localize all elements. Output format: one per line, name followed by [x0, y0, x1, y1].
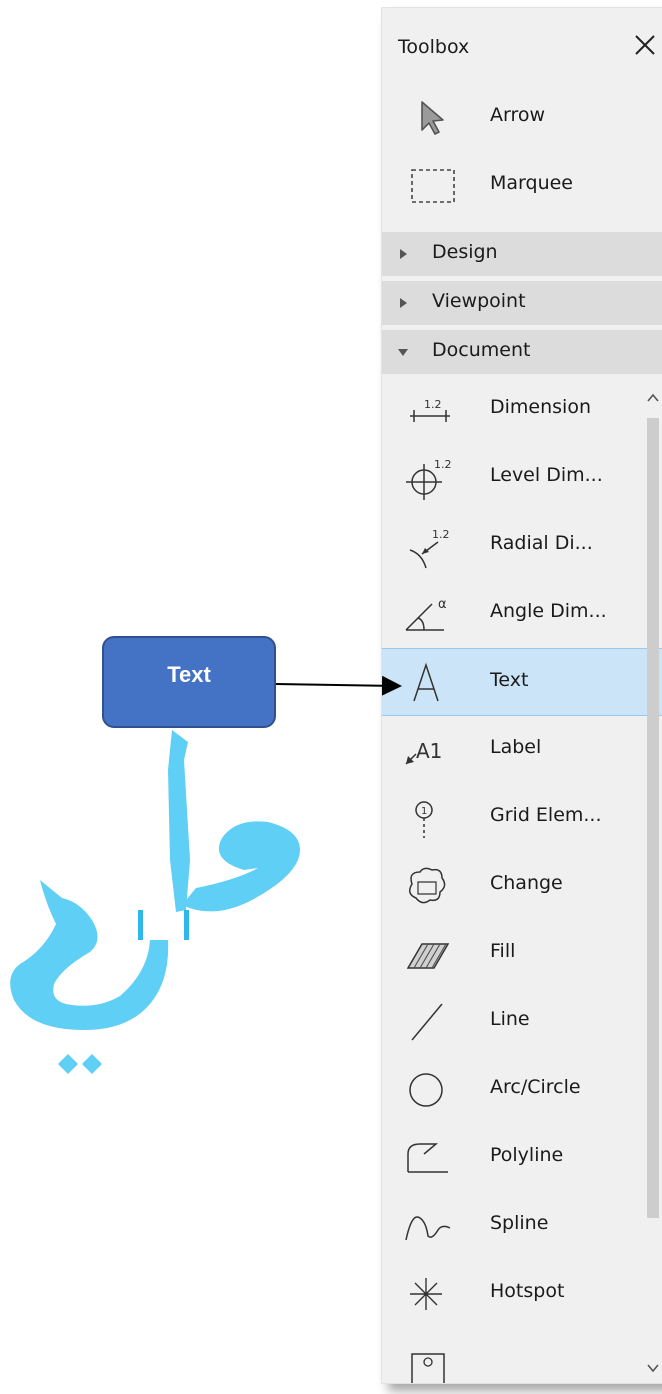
calligraphy-logo [10, 730, 300, 1074]
annotation-overlay [10, 675, 402, 1074]
pointer-arrow [275, 675, 402, 696]
